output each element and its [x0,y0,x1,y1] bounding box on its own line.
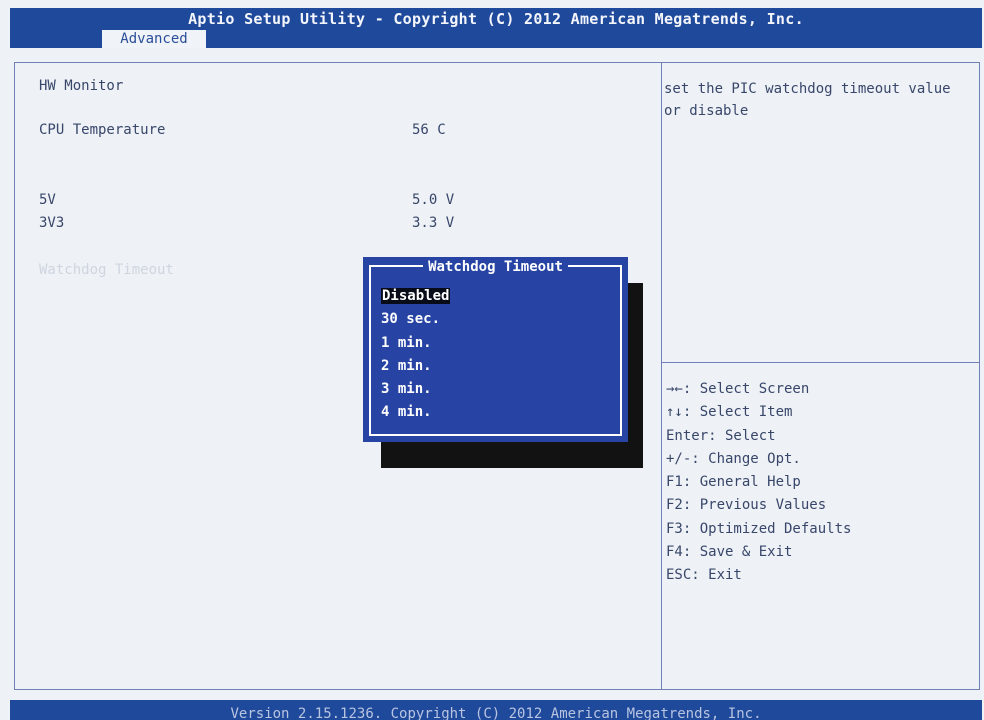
cpu-temperature-label: CPU Temperature [39,122,166,138]
watchdog-timeout-popup: Watchdog Timeout Disabled 30 sec. 1 min.… [363,257,628,442]
option-2-min[interactable]: 2 min. [381,355,450,378]
option-disabled[interactable]: Disabled [381,285,451,308]
key-select-screen: →←: Select Screen [666,381,810,397]
title-bar: Aptio Setup Utility - Copyright (C) 2012… [10,8,982,48]
key-esc-exit: ESC: Exit [666,567,742,584]
key-save-exit: F4: Save & Exit [666,544,793,561]
version-footer: Version 2.15.1236. Copyright (C) 2012 Am… [10,700,982,720]
watchdog-timeout-item[interactable]: Watchdog Timeout [39,262,174,278]
3v3-label: 3V3 [39,215,65,231]
3v3-value: 3.3 V [412,215,455,231]
help-divider [662,362,980,363]
key-optimized-defaults: F3: Optimized Defaults [666,520,852,537]
key-previous-values: F2: Previous Values [666,497,827,514]
key-enter-select: Enter: Select [666,427,776,444]
option-3-min[interactable]: 3 min. [381,378,450,401]
key-change-opt: +/-: Change Opt. [666,450,801,467]
help-text: set the PIC watchdog timeout value or di… [664,81,951,119]
panel-divider [661,62,662,690]
cpu-temperature-value: 56 C [412,122,446,138]
option-disabled-label: Disabled [381,288,451,304]
popup-title: Watchdog Timeout [363,259,628,275]
5v-label: 5V [39,192,56,208]
key-general-help: F1: General Help [666,474,801,491]
option-1-min[interactable]: 1 min. [381,332,450,355]
key-select-item: ↑↓: Select Item [666,404,793,421]
5v-value: 5.0 V [412,192,455,208]
tab-advanced[interactable]: Advanced [102,30,206,48]
key-legend: →←: Select Screen ↑↓: Select Item Enter:… [666,378,851,588]
option-30-sec[interactable]: 30 sec. [381,308,450,331]
section-title-hw-monitor: HW Monitor [39,78,124,94]
app-title: Aptio Setup Utility - Copyright (C) 2012… [188,10,804,28]
popup-options: Disabled 30 sec. 1 min. 2 min. 3 min. 4 … [381,285,451,425]
option-4-min[interactable]: 4 min. [381,401,450,424]
popup-title-text: Watchdog Timeout [423,259,568,275]
